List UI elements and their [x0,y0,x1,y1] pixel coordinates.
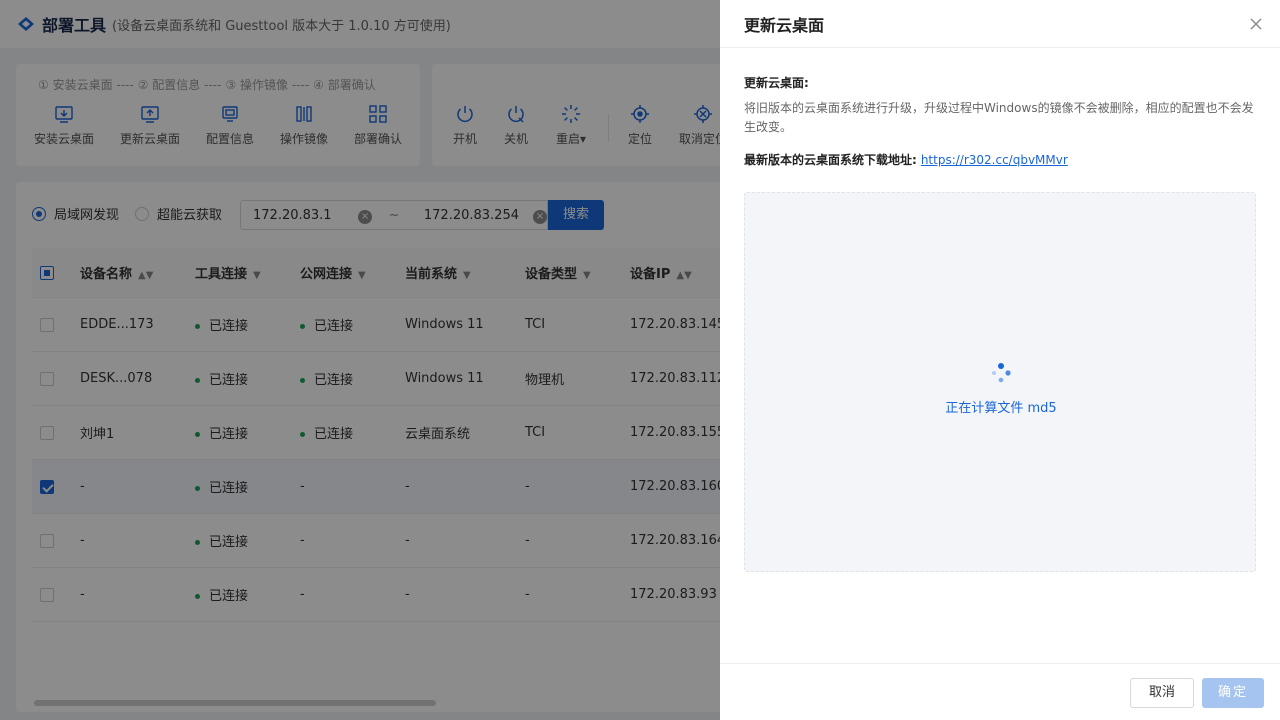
loading-spinner-icon [992,363,1011,383]
drawer-info: 更新云桌面: 将旧版本的云桌面系统进行升级，升级过程中Windows的镜像不会被… [744,74,1256,168]
drawer-footer: 取消 确定 [720,663,1280,720]
upload-area[interactable]: 正在计算文件 md5 [744,192,1256,572]
section-description: 将旧版本的云桌面系统进行升级，升级过程中Windows的镜像不会被删除，相应的配… [744,101,1254,134]
update-desktop-drawer: 更新云桌面 更新云桌面: 将旧版本的云桌面系统进行升级，升级过程中Windows… [720,0,1280,720]
md5-status-text: 正在计算文件 md5 [945,401,1057,416]
download-label: 最新版本的云桌面系统下载地址: [744,153,917,167]
download-link[interactable]: https://r302.cc/qbvMMvr [921,153,1068,167]
drawer-title: 更新云桌面 [744,15,825,35]
close-icon[interactable] [1246,14,1266,34]
confirm-button[interactable]: 确定 [1202,678,1264,708]
cancel-button[interactable]: 取消 [1130,678,1194,708]
download-row: 最新版本的云桌面系统下载地址: https://r302.cc/qbvMMvr [744,151,1256,168]
drawer-header: 更新云桌面 [720,0,1280,48]
section-title: 更新云桌面: [744,76,809,90]
